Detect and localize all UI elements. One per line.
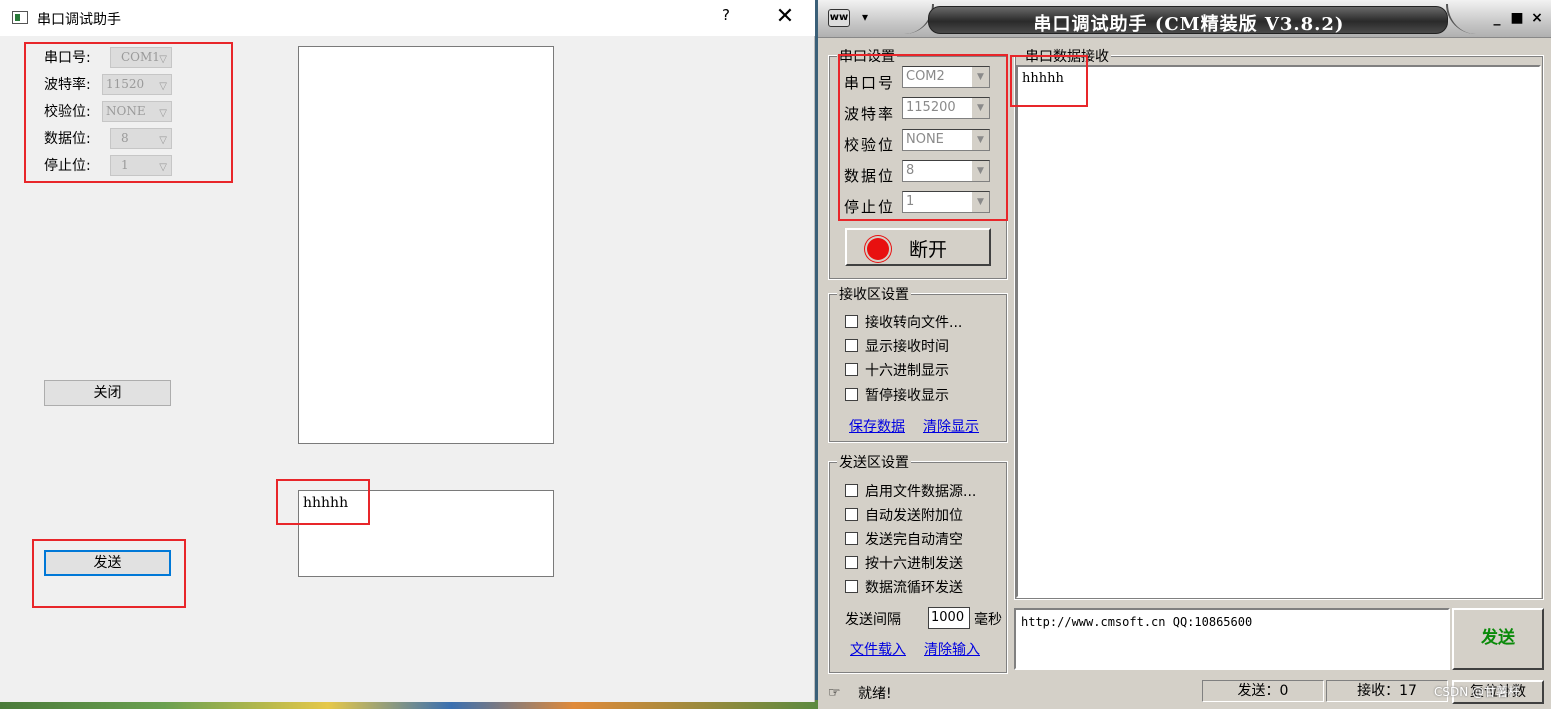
- hex-send-checkbox[interactable]: 按十六进制发送: [845, 553, 963, 573]
- chevron-down-icon: ▽: [159, 135, 167, 146]
- chevron-down-icon: ▽: [159, 81, 167, 92]
- show-recv-time-checkbox[interactable]: 显示接收时间: [845, 336, 949, 356]
- stopbits-label: 停止位: [844, 198, 896, 216]
- send-input-area[interactable]: http://www.cmsoft.cn QQ:10865600: [1014, 608, 1450, 670]
- send-interval-unit: 毫秒: [974, 612, 1002, 628]
- app-window-icon: [12, 11, 28, 24]
- chevron-down-icon: ▼: [971, 161, 989, 181]
- checkbox-icon: [845, 508, 858, 521]
- left-titlebar: 串口调试助手 ? ✕: [0, 0, 815, 36]
- port-combo[interactable]: COM2 ▼: [902, 66, 990, 88]
- send-interval-label: 发送间隔: [845, 612, 901, 628]
- load-file-link[interactable]: 文件载入: [850, 639, 906, 659]
- parity-label: 校验位: [844, 136, 896, 154]
- databits-combo[interactable]: 8 ▽: [110, 128, 172, 149]
- chevron-down-icon: ▼: [971, 98, 989, 118]
- chevron-down-icon: ▽: [159, 162, 167, 173]
- databits-label: 数据位: [844, 167, 896, 185]
- checkbox-icon: [845, 580, 858, 593]
- checkbox-icon: [845, 556, 858, 569]
- recv-to-file-checkbox[interactable]: 接收转向文件...: [845, 312, 962, 332]
- titlebar-decoration: [1446, 4, 1486, 34]
- chevron-down-icon: ▼: [971, 130, 989, 150]
- right-serial-helper-window: ww ▾ 串口调试助手 (CM精装版 V3.8.2) _ ■ × 串口设置 串口…: [818, 0, 1551, 709]
- right-window-title: 串口调试助手 (CM精装版 V3.8.2): [1033, 14, 1345, 35]
- pointing-hand-icon: ☞: [828, 685, 841, 701]
- checkbox-icon: [845, 388, 858, 401]
- chevron-down-icon: ▽: [159, 54, 167, 65]
- receive-settings-title: 接收区设置: [837, 284, 911, 304]
- receive-settings-group: 接收区设置 接收转向文件... 显示接收时间 十六进制显示 暂停接收显示 保存数…: [828, 284, 1008, 443]
- chevron-down-icon[interactable]: ▾: [862, 10, 868, 24]
- checkbox-icon: [845, 315, 858, 328]
- chevron-down-icon: ▼: [971, 67, 989, 87]
- parity-label: 校验位:: [44, 104, 91, 120]
- send-settings-title: 发送区设置: [837, 452, 911, 472]
- left-serial-helper-window: 串口调试助手 ? ✕ 串口号: COM1 ▽ 波特率: 11520 ▽ 校验位: N…: [0, 0, 815, 702]
- databits-combo[interactable]: 8 ▼: [902, 160, 990, 182]
- checkbox-icon: [845, 484, 858, 497]
- baud-combo[interactable]: 11520 ▽: [102, 74, 172, 95]
- port-label: 串口号:: [44, 50, 91, 66]
- maximize-icon[interactable]: ■: [1508, 9, 1526, 27]
- disconnect-button[interactable]: 断开: [845, 228, 991, 266]
- baud-combo[interactable]: 115200 ▼: [902, 97, 990, 119]
- send-interval-input[interactable]: 1000: [928, 607, 970, 629]
- baud-label: 波特率:: [44, 77, 91, 93]
- right-titlebar: ww ▾ 串口调试助手 (CM精装版 V3.8.2) _ ■ ×: [818, 0, 1551, 38]
- parity-combo[interactable]: NONE ▽: [102, 101, 172, 122]
- stopbits-label: 停止位:: [44, 158, 91, 174]
- receive-data-title: 串口数据接收: [1023, 46, 1111, 66]
- pause-display-checkbox[interactable]: 暂停接收显示: [845, 385, 949, 405]
- received-count: 接收：17: [1326, 680, 1448, 702]
- port-combo[interactable]: COM1 ▽: [110, 47, 172, 68]
- parity-combo[interactable]: NONE ▼: [902, 129, 990, 151]
- sent-count: 发送：0: [1202, 680, 1324, 702]
- send-button[interactable]: 发送: [44, 550, 171, 576]
- status-text: 就绪!: [858, 686, 892, 702]
- stopbits-combo[interactable]: 1 ▼: [902, 191, 990, 213]
- checkbox-icon: [845, 532, 858, 545]
- disconnect-label: 断开: [909, 239, 948, 261]
- stopbits-combo[interactable]: 1 ▽: [110, 155, 172, 176]
- system-menu-icon[interactable]: ww: [828, 9, 850, 27]
- auto-clear-checkbox[interactable]: 发送完自动清空: [845, 529, 963, 549]
- checkbox-icon: [845, 363, 858, 376]
- loop-send-checkbox[interactable]: 数据流循环发送: [845, 577, 963, 597]
- status-bar: ☞ 就绪! 发送：0 接收：17 复位计数 CSDN @甘薯杆: [818, 677, 1551, 709]
- databits-label: 数据位:: [44, 131, 91, 147]
- left-window-title: 串口调试助手: [37, 12, 121, 28]
- baud-label: 波特率: [844, 105, 896, 123]
- close-icon[interactable]: ✕: [770, 2, 800, 32]
- close-icon[interactable]: ×: [1528, 9, 1546, 27]
- receive-text-area[interactable]: [298, 46, 554, 444]
- send-button[interactable]: 发送: [1452, 608, 1544, 670]
- close-port-button[interactable]: 关闭: [44, 380, 171, 406]
- append-bits-checkbox[interactable]: 自动发送附加位: [845, 505, 963, 525]
- help-button[interactable]: ?: [716, 6, 736, 28]
- chevron-down-icon: ▽: [159, 108, 167, 119]
- clear-display-link[interactable]: 清除显示: [923, 416, 979, 436]
- status-led-icon: [867, 238, 889, 260]
- send-text-area[interactable]: hhhhh: [298, 490, 554, 577]
- checkbox-icon: [845, 339, 858, 352]
- port-label: 串口号: [844, 74, 896, 92]
- file-source-checkbox[interactable]: 启用文件数据源...: [845, 481, 976, 501]
- save-data-link[interactable]: 保存数据: [849, 416, 905, 436]
- serial-settings-title: 串口设置: [837, 46, 897, 66]
- clear-input-link[interactable]: 清除输入: [924, 639, 980, 659]
- title-banner: 串口调试助手 (CM精装版 V3.8.2): [928, 6, 1448, 35]
- minimize-icon[interactable]: _: [1488, 9, 1506, 27]
- send-settings-group: 发送区设置 启用文件数据源... 自动发送附加位 发送完自动清空 按十六进制发送…: [828, 452, 1008, 674]
- hex-display-checkbox[interactable]: 十六进制显示: [845, 360, 949, 380]
- receive-data-area[interactable]: hhhhh: [1016, 65, 1541, 598]
- chevron-down-icon: ▼: [971, 192, 989, 212]
- watermark: CSDN @甘薯杆: [1434, 685, 1521, 699]
